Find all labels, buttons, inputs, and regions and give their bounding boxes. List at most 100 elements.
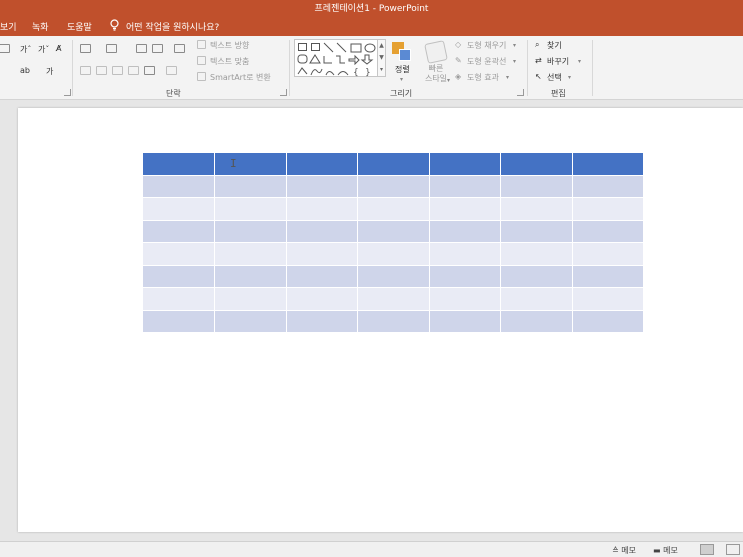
- paragraph-dialog-launcher[interactable]: [280, 89, 287, 96]
- font-size-box[interactable]: [0, 44, 10, 53]
- table-cell[interactable]: [214, 310, 287, 333]
- tab-record[interactable]: 녹화: [32, 20, 49, 33]
- vertical-text-box-shape-icon[interactable]: [311, 43, 320, 51]
- table-cell[interactable]: [143, 242, 215, 266]
- arrange-dropdown-icon[interactable]: ▾: [400, 76, 403, 83]
- numbering-icon[interactable]: [106, 44, 117, 53]
- shape-outline-button[interactable]: 도형 윤곽선: [467, 56, 506, 67]
- table-cell[interactable]: [500, 220, 573, 243]
- table-cell[interactable]: [286, 175, 358, 198]
- table-cell[interactable]: [572, 287, 644, 311]
- arrange-icon[interactable]: [392, 42, 412, 62]
- table-cell[interactable]: [500, 175, 573, 198]
- table-cell[interactable]: [357, 153, 430, 176]
- table-cell[interactable]: [500, 287, 573, 311]
- align-text-button[interactable]: 텍스트 맞춤: [210, 56, 249, 67]
- table-cell[interactable]: [572, 242, 644, 266]
- table-row[interactable]: [143, 265, 644, 288]
- font-color-icon[interactable]: 가: [46, 66, 53, 77]
- table-cell[interactable]: [500, 197, 573, 221]
- table-cell[interactable]: [357, 242, 430, 266]
- convert-smartart-button[interactable]: SmartArt로 변환: [210, 72, 271, 83]
- table-cell[interactable]: [143, 175, 215, 198]
- text-direction-button[interactable]: 텍스트 방향: [210, 40, 249, 51]
- table-cell[interactable]: [429, 153, 501, 176]
- tab-help[interactable]: 도움말: [67, 20, 92, 33]
- table-row[interactable]: [143, 220, 644, 243]
- table-cell[interactable]: [357, 197, 430, 221]
- align-center-icon[interactable]: [96, 66, 107, 75]
- more-shapes-icon[interactable]: { }: [297, 66, 377, 77]
- table-cell[interactable]: [357, 265, 430, 288]
- notes-button[interactable]: ≙ 메모: [612, 545, 636, 556]
- quick-styles-icon[interactable]: [424, 40, 448, 64]
- text-box-shape-icon[interactable]: [298, 43, 307, 51]
- table-cell[interactable]: [500, 153, 573, 176]
- shape-fill-button[interactable]: 도형 채우기: [467, 40, 506, 51]
- table-cell[interactable]: [572, 220, 644, 243]
- table-row[interactable]: [143, 310, 644, 333]
- table-cell[interactable]: [143, 153, 215, 176]
- shapes-gallery[interactable]: { }: [294, 39, 378, 77]
- table-cell[interactable]: [572, 197, 644, 221]
- table-cell[interactable]: [429, 265, 501, 288]
- comments-button[interactable]: ▬ 메모: [653, 545, 678, 556]
- align-left-icon[interactable]: [80, 66, 91, 75]
- shape-effects-button[interactable]: 도형 효과: [467, 72, 499, 83]
- table-cell[interactable]: [214, 197, 287, 221]
- table-cell[interactable]: [214, 220, 287, 243]
- line-shapes-icon[interactable]: [323, 42, 377, 53]
- chevron-down-icon[interactable]: ▼: [378, 52, 385, 64]
- table-cell[interactable]: [357, 287, 430, 311]
- clear-format-icon[interactable]: A̸: [56, 44, 61, 53]
- table-cell[interactable]: [214, 287, 287, 311]
- table-cell[interactable]: [286, 265, 358, 288]
- tab-view[interactable]: 보기: [0, 20, 17, 33]
- shapes-gallery-scroll[interactable]: ▲ ▼ ▾: [377, 39, 386, 77]
- font-dialog-launcher[interactable]: [64, 89, 71, 96]
- table-cell[interactable]: [500, 242, 573, 266]
- table-cell[interactable]: [286, 153, 358, 176]
- table-cell[interactable]: [429, 220, 501, 243]
- table-cell[interactable]: [357, 220, 430, 243]
- arrange-button[interactable]: 정렬: [395, 64, 410, 75]
- table-cell[interactable]: [143, 310, 215, 333]
- table-header-row[interactable]: [143, 153, 644, 176]
- table-cell[interactable]: [572, 153, 644, 176]
- find-button[interactable]: 찾기: [547, 40, 562, 51]
- table-cell[interactable]: [286, 310, 358, 333]
- table-cell[interactable]: [500, 265, 573, 288]
- table-cell[interactable]: [214, 242, 287, 266]
- table-cell[interactable]: [286, 287, 358, 311]
- table-cell[interactable]: [572, 310, 644, 333]
- table-row[interactable]: [143, 287, 644, 311]
- table-cell[interactable]: [286, 197, 358, 221]
- align-vertical-icon[interactable]: [166, 66, 177, 75]
- table-cell[interactable]: [429, 175, 501, 198]
- table-cell[interactable]: [429, 310, 501, 333]
- table-cell[interactable]: [143, 265, 215, 288]
- align-right-icon[interactable]: [112, 66, 123, 75]
- table-row[interactable]: [143, 242, 644, 266]
- table-cell[interactable]: [357, 175, 430, 198]
- text-highlight-icon[interactable]: ab: [20, 66, 30, 75]
- table-cell[interactable]: [143, 220, 215, 243]
- decrease-font-icon[interactable]: 가ˇ: [38, 44, 49, 55]
- replace-button[interactable]: 바꾸기: [547, 56, 569, 67]
- table-cell[interactable]: [572, 265, 644, 288]
- table-cell[interactable]: [572, 175, 644, 198]
- table-cell[interactable]: [357, 310, 430, 333]
- quick-styles-dropdown-icon[interactable]: ▾: [447, 77, 450, 84]
- table-row[interactable]: [143, 197, 644, 221]
- columns-icon[interactable]: [144, 66, 155, 75]
- chevron-up-icon[interactable]: ▲: [378, 40, 385, 52]
- gallery-more-icon[interactable]: ▾: [378, 64, 385, 76]
- drawing-dialog-launcher[interactable]: [517, 89, 524, 96]
- normal-view-button[interactable]: [700, 544, 714, 555]
- decrease-indent-icon[interactable]: [136, 44, 147, 53]
- line-spacing-icon[interactable]: [174, 44, 185, 53]
- table-cell[interactable]: [214, 175, 287, 198]
- table-cell[interactable]: [214, 265, 287, 288]
- table-cell[interactable]: [500, 310, 573, 333]
- table-cell[interactable]: [429, 197, 501, 221]
